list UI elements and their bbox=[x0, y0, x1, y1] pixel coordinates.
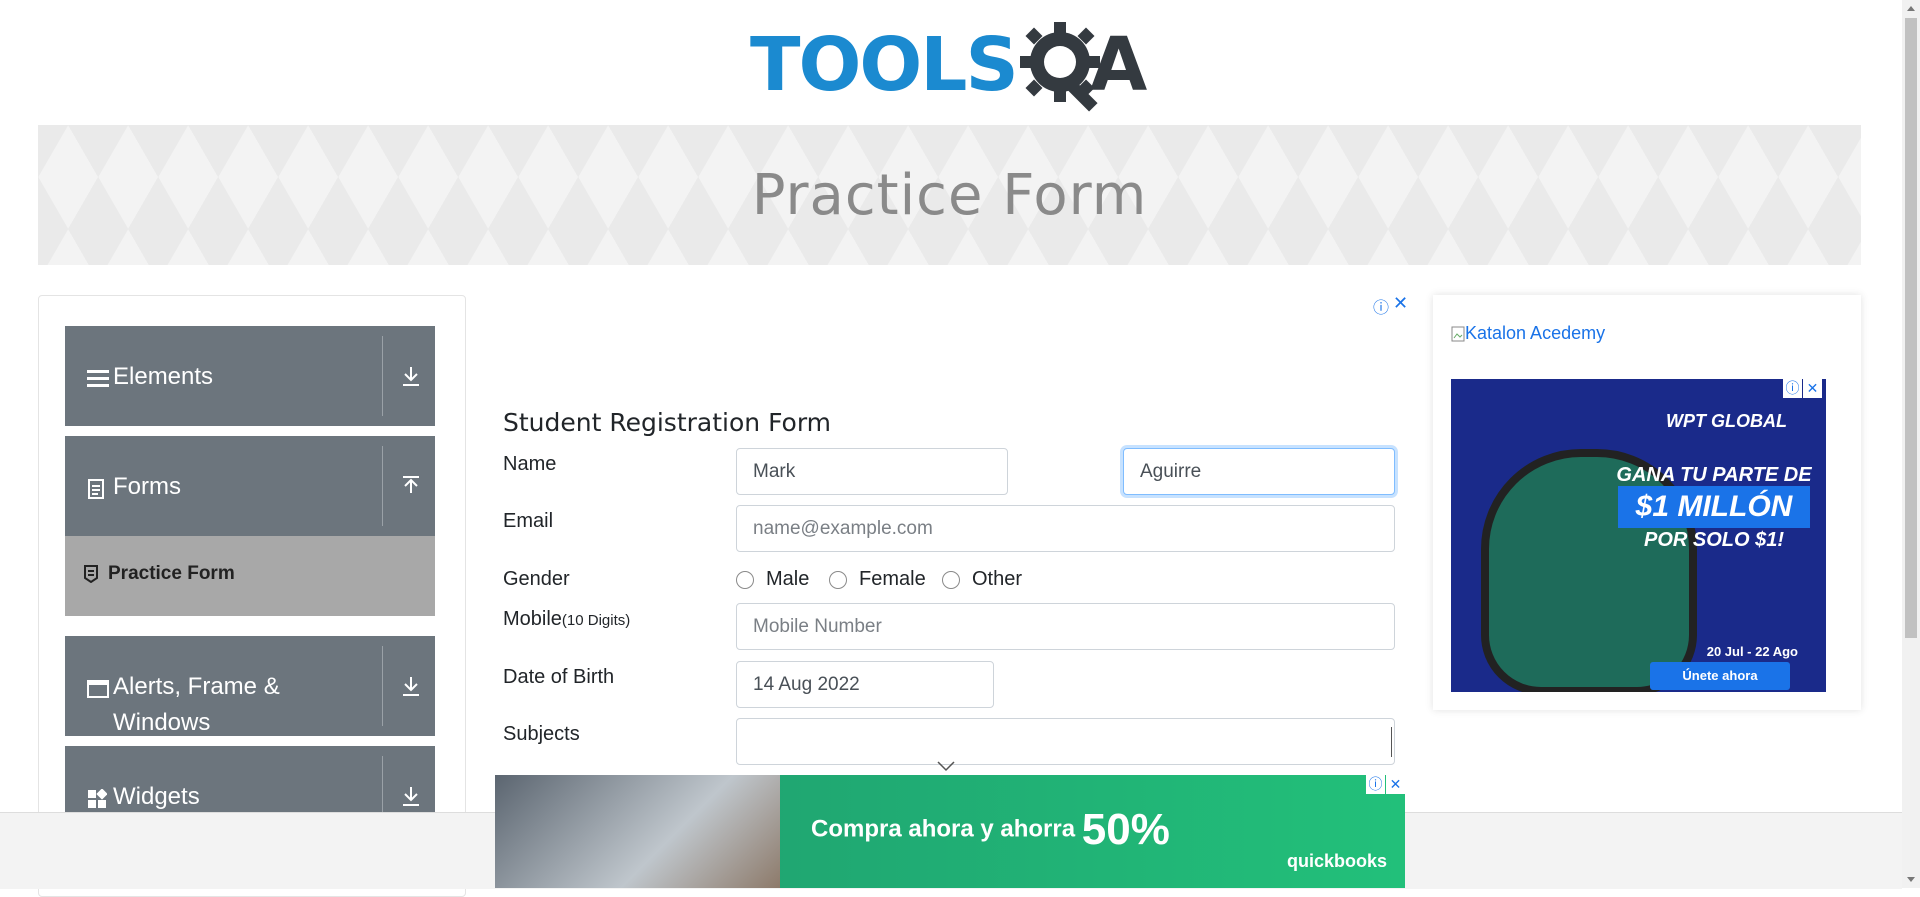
ad-headline-3: POR SOLO $1! bbox=[1643, 529, 1785, 551]
toolsqa-logo[interactable]: TOOLS A bbox=[750, 18, 1155, 114]
chevron-down-icon[interactable] bbox=[936, 760, 956, 772]
sidebar-group-label: Alerts, Frame & Windows bbox=[113, 673, 280, 736]
radio-circle[interactable] bbox=[829, 570, 847, 589]
gender-radio-other[interactable]: Other bbox=[942, 568, 1022, 591]
scroll-up-icon[interactable] bbox=[1902, 0, 1920, 17]
katalon-academy-link[interactable]: Katalon Acedemy bbox=[1451, 323, 1605, 344]
document-icon bbox=[88, 479, 104, 499]
sidebar: Elements Forms Practice Form Alerts, Fra… bbox=[38, 295, 466, 897]
scrollbar-thumb[interactable] bbox=[1905, 18, 1917, 638]
bottom-ad-text: Compra ahora y ahorra 50% bbox=[811, 805, 1170, 855]
gender-radio-female[interactable]: Female bbox=[829, 568, 926, 591]
sidebar-group-alerts[interactable]: Alerts, Frame & Windows bbox=[65, 636, 435, 736]
scroll-down-icon[interactable] bbox=[1902, 871, 1920, 888]
download-arrow-icon[interactable] bbox=[397, 636, 425, 736]
email-label: Email bbox=[503, 510, 554, 532]
gender-option-label: Other bbox=[972, 568, 1023, 590]
page-banner: Practice Form bbox=[38, 125, 1861, 265]
upload-arrow-icon[interactable] bbox=[397, 436, 425, 536]
page-title: Practice Form bbox=[751, 163, 1148, 228]
form-title: Student Registration Form bbox=[503, 408, 832, 437]
radio-circle[interactable] bbox=[942, 570, 960, 589]
ad-info-icon[interactable]: ⓘ bbox=[1783, 379, 1802, 398]
widgets-icon bbox=[88, 789, 107, 808]
window-icon bbox=[87, 680, 109, 698]
page-scrollbar[interactable] bbox=[1902, 0, 1920, 888]
gender-option-label: Male bbox=[766, 568, 810, 590]
broken-image-icon bbox=[1451, 326, 1465, 341]
mobile-label-text: Mobile bbox=[503, 608, 562, 630]
bottom-ad-percent: 50% bbox=[1081, 805, 1170, 854]
katalon-link-text: Katalon Acedemy bbox=[1465, 323, 1606, 343]
ad-cta-button[interactable]: Únete ahora bbox=[1650, 662, 1790, 690]
download-arrow-icon[interactable] bbox=[397, 326, 425, 426]
ad-info-icon[interactable]: ⓘ bbox=[1373, 294, 1389, 318]
gender-label: Gender bbox=[503, 568, 570, 590]
sidebar-group-label: Widgets bbox=[113, 783, 200, 810]
sidebar-divider bbox=[382, 336, 383, 416]
quickbooks-logo: quickbooks bbox=[1286, 851, 1387, 871]
logo-letter: A bbox=[1090, 22, 1148, 108]
text-cursor bbox=[1391, 727, 1392, 757]
mobile-input[interactable] bbox=[736, 603, 1395, 650]
ad-photo bbox=[495, 775, 780, 888]
sidebar-group-elements[interactable]: Elements bbox=[65, 326, 435, 426]
ad-headline-1: GANA TU PARTE DE bbox=[1616, 464, 1812, 486]
logo-word: TOOLS bbox=[750, 22, 1019, 108]
mobile-hint: (10 Digits) bbox=[561, 612, 631, 629]
sidebar-group-label: Forms bbox=[113, 473, 181, 500]
first-name-input[interactable] bbox=[736, 448, 1008, 495]
right-ad: Katalon Acedemy WPT GLOBAL GANA TU PARTE… bbox=[1433, 295, 1861, 710]
hamburger-icon bbox=[87, 370, 109, 387]
ad-info-icon[interactable]: ⓘ bbox=[1366, 775, 1385, 794]
sidebar-item-practice-form[interactable]: Practice Form bbox=[65, 536, 435, 616]
ad-dates: 20 Jul - 22 Ago bbox=[1706, 644, 1798, 659]
ad-close-icon[interactable]: ✕ bbox=[1803, 379, 1822, 398]
wpt-ad-banner[interactable]: WPT GLOBAL GANA TU PARTE DE $1 MILLÓN PO… bbox=[1451, 379, 1826, 692]
mobile-label: Mobile(10 Digits) bbox=[503, 608, 630, 631]
gender-option-label: Female bbox=[859, 568, 926, 590]
ad-close-icon[interactable]: ✕ bbox=[1386, 775, 1405, 794]
date-of-birth-input[interactable] bbox=[736, 661, 994, 708]
radio-circle[interactable] bbox=[736, 570, 754, 589]
ad-brand: WPT GLOBAL bbox=[1666, 411, 1787, 431]
form-icon bbox=[84, 565, 98, 583]
ad-headline-2: $1 MILLÓN bbox=[1618, 486, 1810, 528]
name-label: Name bbox=[503, 453, 557, 475]
sidebar-item-label: Practice Form bbox=[108, 563, 235, 584]
gender-radio-male[interactable]: Male bbox=[736, 568, 809, 591]
subjects-label: Subjects bbox=[503, 723, 580, 745]
bottom-ad-text-main: Compra ahora y ahorra bbox=[811, 815, 1076, 843]
bottom-ad[interactable]: Compra ahora y ahorra 50% quickbooks ⓘ ✕ bbox=[495, 775, 1405, 888]
sidebar-group-forms[interactable]: Forms bbox=[65, 436, 435, 536]
email-input[interactable] bbox=[736, 505, 1395, 552]
sidebar-divider bbox=[382, 446, 383, 526]
last-name-input[interactable] bbox=[1123, 448, 1395, 495]
sidebar-divider bbox=[382, 646, 383, 726]
subjects-input[interactable] bbox=[736, 718, 1395, 765]
ad-close-icon[interactable]: ✕ bbox=[1393, 293, 1408, 314]
sidebar-group-label: Elements bbox=[113, 363, 214, 390]
dob-label: Date of Birth bbox=[503, 666, 615, 688]
